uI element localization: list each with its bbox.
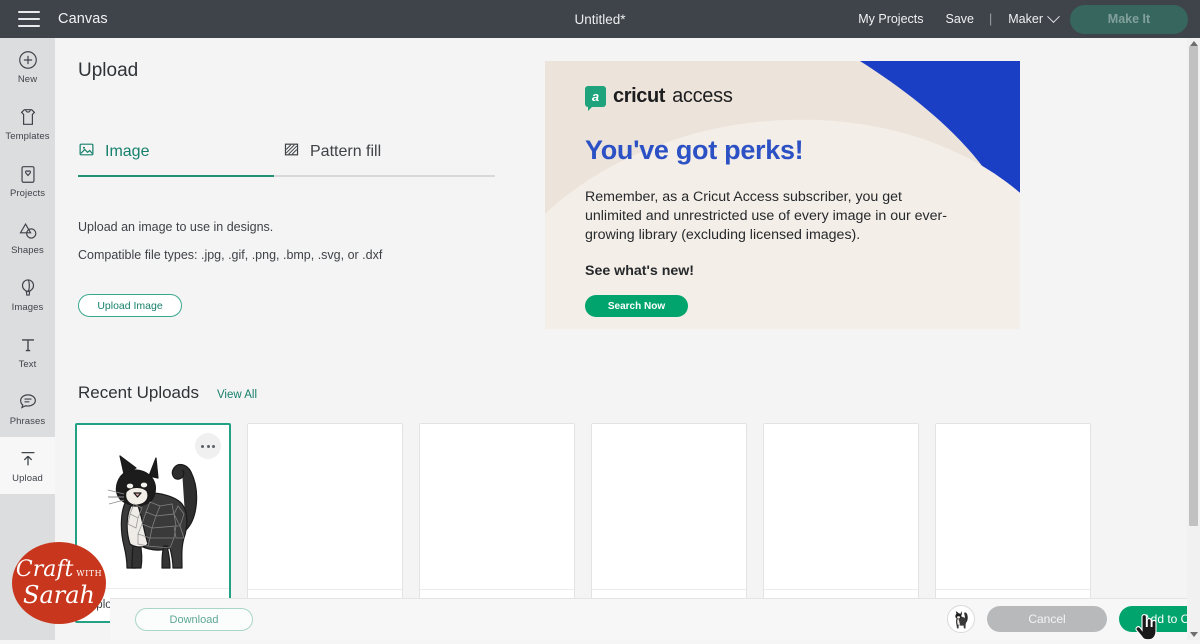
craft-with-sarah-watermark: Craft WITH Sarah [12,542,106,624]
toolbar-divider: | [985,12,996,26]
upload-arrow-icon [17,448,39,470]
tab-image[interactable]: Image [78,141,283,175]
upload-card[interactable]: Uploaded [419,423,575,623]
speech-bubble-icon [17,391,39,413]
my-projects-link[interactable]: My Projects [847,12,934,26]
sidebar-item-shapes[interactable]: Shapes [0,209,55,266]
upload-card-preview [764,424,918,589]
sidebar-label: Shapes [11,245,44,256]
tab-pattern-fill[interactable]: Pattern fill [283,141,488,175]
recent-uploads-header: Recent Uploads View All [78,383,257,403]
upload-tabs: Image Pattern fill [78,141,495,177]
make-it-button[interactable]: Make It [1070,5,1188,34]
view-all-link[interactable]: View All [217,389,257,401]
sidebar-label: Text [19,359,37,370]
brand-word-cricut: cricut [613,85,665,108]
upload-card-preview [248,424,402,589]
tab-label: Image [105,143,149,161]
projects-icon [17,163,39,185]
recent-uploads-grid: Uploaded Uploaded Uploaded [75,423,1091,623]
app-label: Canvas [58,11,108,27]
download-button[interactable]: Download [135,608,253,631]
main-panel: Upload Image [55,38,1200,640]
watermark-line1: Craft [16,559,73,581]
cricut-a-icon: a [585,86,606,107]
upload-description: Upload an image to use in designs. [78,220,273,234]
brand-word-access: access [672,85,732,108]
sidebar-label: New [18,74,37,85]
more-dots-icon[interactable] [195,433,221,459]
upload-card-preview [936,424,1090,589]
banner-headline: You've got perks! [585,135,998,166]
top-bar: Canvas Untitled* My Projects Save | Make… [0,0,1200,38]
page-title: Upload [78,60,138,82]
top-bar-actions: My Projects Save | Maker Make It [847,5,1200,34]
bottom-bar-actions: Cancel Add to Canvas [947,605,1200,633]
bottom-action-bar: Download Cancel Add to Canvas [110,598,1200,640]
shapes-icon [17,220,39,242]
text-t-icon [17,334,39,356]
search-now-button[interactable]: Search Now [585,295,688,317]
sidebar-item-templates[interactable]: Templates [0,95,55,152]
sidebar-label: Upload [12,473,43,484]
tab-label: Pattern fill [310,143,381,161]
sidebar-label: Images [12,302,44,313]
hatched-square-icon [283,141,300,163]
upload-card[interactable]: Uploaded [935,423,1091,623]
upload-card-preview [592,424,746,589]
upload-card[interactable]: Uploaded [591,423,747,623]
upload-card-preview [420,424,574,589]
scrollbar-thumb[interactable] [1189,46,1198,526]
save-button[interactable]: Save [935,12,986,26]
sidebar-item-images[interactable]: Images [0,266,55,323]
chevron-down-icon[interactable] [1047,10,1060,23]
sidebar-label: Templates [5,131,49,142]
sidebar-label: Projects [10,188,45,199]
tab-underline [78,175,495,177]
black-white-cat-mosaic-image [94,434,212,580]
picture-icon [78,141,95,163]
sidebar-item-upload[interactable]: Upload [0,437,55,494]
sidebar-label: Phrases [10,416,46,427]
sidebar-item-projects[interactable]: Projects [0,152,55,209]
watermark-small: WITH [76,570,102,578]
cricut-access-banner[interactable]: a cricut access You've got perks! Rememb… [545,61,1020,329]
sidebar-item-phrases[interactable]: Phrases [0,380,55,437]
upload-file-types: Compatible file types: .jpg, .gif, .png,… [78,248,382,262]
cricut-access-logo: a cricut access [585,85,998,108]
hamburger-menu-icon[interactable] [18,11,40,27]
hot-air-balloon-icon [17,277,39,299]
upload-card[interactable]: Uploaded [763,423,919,623]
sidebar-item-text[interactable]: Text [0,323,55,380]
tshirt-icon [17,106,39,128]
upload-card[interactable]: Uploaded [247,423,403,623]
cancel-button[interactable]: Cancel [987,606,1107,632]
sidebar-item-new[interactable]: New [0,38,55,95]
machine-selector[interactable]: Maker [996,12,1049,26]
plus-circle-icon [17,49,39,71]
banner-subhead: See what's new! [585,263,998,279]
vertical-scrollbar[interactable] [1187,38,1200,640]
cat-thumbnail-icon [947,605,975,633]
banner-body: Remember, as a Cricut Access subscriber,… [585,188,957,245]
upload-image-button[interactable]: Upload Image [78,294,182,317]
recent-uploads-title: Recent Uploads [78,383,199,403]
scroll-down-arrow-icon[interactable] [1190,632,1198,637]
watermark-line2: Sarah [23,583,95,607]
